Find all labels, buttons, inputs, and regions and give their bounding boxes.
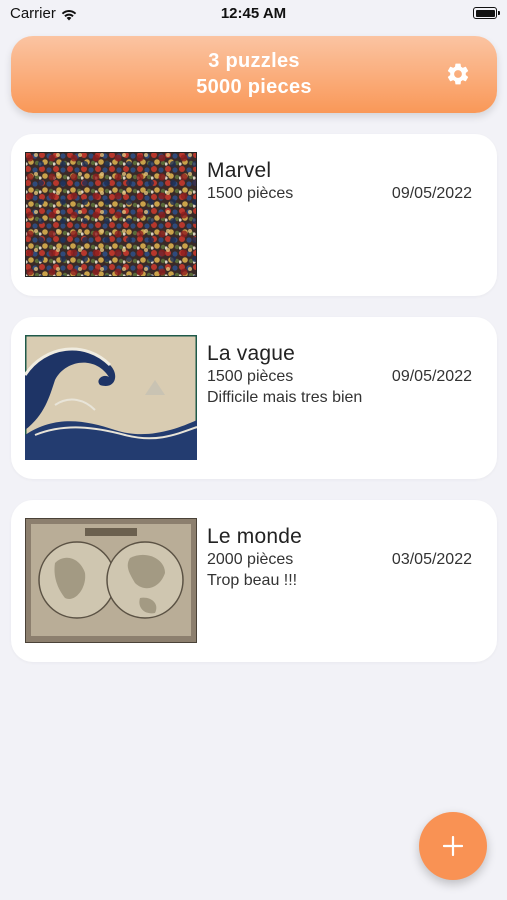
summary-header: 3 puzzles 5000 pieces: [11, 36, 497, 113]
puzzle-pieces: 2000 pièces: [207, 551, 294, 568]
puzzle-note: Trop beau !!!: [207, 572, 298, 589]
puzzle-title: Marvel: [207, 159, 272, 182]
puzzle-thumbnail-la-vague: [25, 335, 197, 460]
puzzle-note: Difficile mais tres bien: [207, 389, 363, 406]
puzzle-thumbnail-marvel: [25, 152, 197, 277]
piece-count: 5000 pieces: [196, 76, 312, 98]
status-time: 12:45 AM: [220, 5, 287, 22]
puzzle-count: 3 puzzles: [208, 50, 300, 72]
puzzle-date: 09/05/2022: [391, 185, 472, 202]
puzzle-card-marvel[interactable]: Marvel 1500 pièces 09/05/2022: [11, 134, 497, 296]
gear-icon[interactable]: [445, 61, 471, 87]
add-puzzle-button[interactable]: [419, 812, 487, 880]
plus-icon: [443, 836, 463, 856]
puzzle-title: La vague: [207, 342, 296, 365]
battery-icon: [473, 7, 500, 19]
puzzle-date: 03/05/2022: [391, 551, 472, 568]
puzzle-card-la-vague[interactable]: La vague 1500 pièces 09/05/2022 Difficil…: [11, 317, 497, 479]
puzzle-date: 09/05/2022: [391, 368, 472, 385]
puzzle-pieces: 1500 pièces: [207, 368, 294, 385]
puzzle-thumbnail-le-monde: [25, 518, 197, 643]
puzzle-card-le-monde[interactable]: Le monde 2000 pièces 03/05/2022 Trop bea…: [11, 500, 497, 662]
status-bar: Carrier 12:45 AM: [0, 0, 507, 28]
puzzle-pieces: 1500 pièces: [207, 185, 294, 202]
puzzle-title: Le monde: [207, 525, 303, 548]
